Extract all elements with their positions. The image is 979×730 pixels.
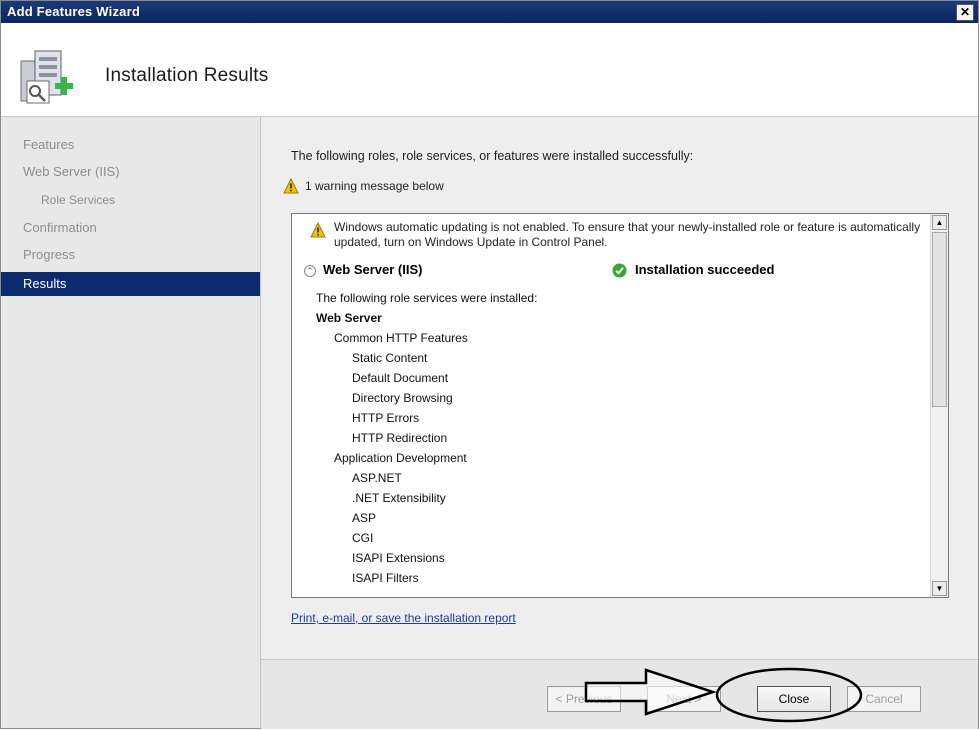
page-title: Installation Results [105,65,269,86]
cancel-button[interactable]: Cancel [847,686,921,712]
collapse-icon[interactable]: ⌃ [304,265,316,277]
warning-icon [310,222,326,238]
intro-text: The following roles, role services, or f… [291,149,694,163]
service-asp: ASP [352,511,377,525]
previous-button[interactable]: < Previous [547,686,621,712]
install-status: Installation succeeded [635,262,775,277]
close-button[interactable]: Close [757,686,831,712]
results-page: The following roles, role services, or f… [261,117,978,659]
service-asp-net: ASP.NET [352,471,402,485]
window-title: Add Features Wizard [7,4,140,19]
warning-summary: 1 warning message below [305,179,444,193]
service-web-server: Web Server [316,311,382,325]
nav-item-role-services[interactable]: Role Services [1,188,260,212]
window-close-button[interactable]: ✕ [956,4,974,21]
scroll-up-button[interactable]: ▲ [932,215,947,230]
success-check-icon [612,263,627,278]
service-application-development: Application Development [334,451,467,465]
scroll-down-button[interactable]: ▼ [932,581,947,596]
nav-item-confirmation[interactable]: Confirmation [1,216,260,240]
scroll-thumb[interactable] [932,232,947,407]
service-default-document: Default Document [352,371,449,385]
service-isapi-filters: ISAPI Filters [352,571,419,585]
service-cgi: CGI [352,531,374,545]
next-button[interactable]: Next > [647,686,721,712]
wizard-nav: Features Web Server (IIS) Role Services … [1,117,261,728]
results-scrollbar[interactable]: ▲ ▼ [930,214,948,597]
service-directory-browsing: Directory Browsing [352,391,453,405]
results-list[interactable]: Windows automatic updating is not enable… [291,213,949,598]
service-net-extensibility: .NET Extensibility [352,491,446,505]
service-static-content: Static Content [352,351,428,365]
nav-item-results[interactable]: Results [1,272,260,296]
nav-item-features[interactable]: Features [1,133,260,157]
update-warning-message: Windows automatic updating is not enable… [334,220,921,249]
role-name: Web Server (IIS) [323,262,423,277]
wizard-footer: < Previous Next > Close Cancel [261,659,978,729]
nav-item-progress[interactable]: Progress [1,243,260,267]
wizard-header: Installation Results [1,23,978,117]
service-http-errors: HTTP Errors [352,411,420,425]
service-http-redirection: HTTP Redirection [352,431,448,445]
installed-header: The following role services were install… [316,291,538,305]
service-common-http-features: Common HTTP Features [334,331,468,345]
nav-item-web-server-iis[interactable]: Web Server (IIS) [1,160,260,184]
title-bar[interactable]: Add Features Wizard ✕ [1,1,978,23]
warning-icon [283,178,299,194]
service-isapi-extensions: ISAPI Extensions [352,551,445,565]
add-features-wizard-window: Add Features Wizard ✕ Installation Resul… [0,0,979,729]
server-install-icon [20,50,73,104]
installation-report-link[interactable]: Print, e-mail, or save the installation … [291,611,516,625]
